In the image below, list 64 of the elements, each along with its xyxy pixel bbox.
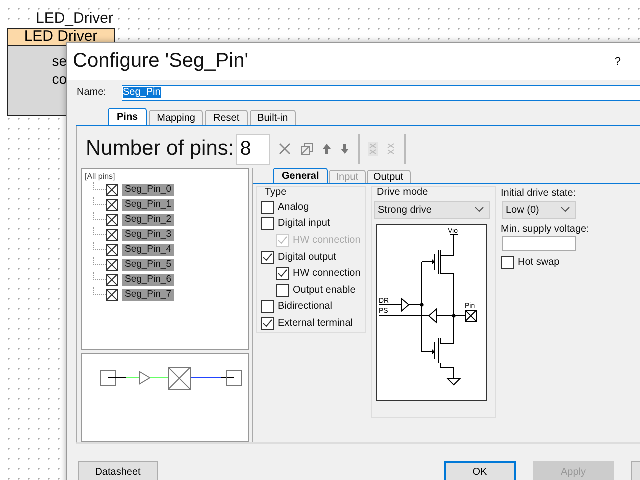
name-field[interactable]: Seg_Pin <box>122 84 640 100</box>
voltage-field[interactable] <box>502 236 576 251</box>
checkbox[interactable] <box>501 256 514 269</box>
checkbox[interactable] <box>261 200 274 214</box>
checkbox-label: HW connection <box>293 268 361 280</box>
checkbox-label: External terminal <box>278 318 354 329</box>
copy-icon[interactable] <box>300 142 314 156</box>
tree-item[interactable]: Seg_Pin_2 <box>122 214 174 226</box>
dialog-button[interactable]: OK <box>444 461 516 480</box>
checkbox[interactable] <box>276 284 289 297</box>
pin-count-field[interactable]: 8 <box>236 134 270 164</box>
pin-count-label: Number of pins: <box>86 137 234 161</box>
checkbox[interactable] <box>261 300 274 314</box>
help-button[interactable]: ? <box>614 56 621 68</box>
checkbox[interactable] <box>261 316 274 330</box>
checkbox[interactable] <box>261 217 274 230</box>
checkbox[interactable] <box>261 250 274 264</box>
tab[interactable]: Output <box>366 170 411 183</box>
tab[interactable]: Mapping <box>149 110 204 125</box>
chevron-down-icon <box>561 207 570 213</box>
drive-mode-dropdown[interactable]: Strong drive <box>374 201 490 219</box>
tree-root-item[interactable]: [All pins] <box>85 171 116 182</box>
group-title: Type <box>264 187 288 199</box>
pin-icon <box>106 274 118 286</box>
tree-item[interactable]: Seg_Pin_4 <box>122 244 174 256</box>
checkbox-label: HW connection <box>293 234 361 246</box>
tree-item[interactable]: Seg_Pin_1 <box>122 198 174 210</box>
field-label: Min. supply voltage: <box>501 223 590 236</box>
pin-icon <box>106 258 118 270</box>
initial-state-dropdown[interactable]: Low (0) <box>502 201 576 219</box>
checkbox-label: Output enable <box>293 284 356 296</box>
checkbox-label: Hot swap <box>518 256 560 268</box>
pin-icon <box>106 228 118 240</box>
pin-icon <box>106 198 118 210</box>
tree-item[interactable]: Seg_Pin_6 <box>122 274 174 286</box>
tab[interactable]: Pins <box>108 108 148 125</box>
checkbox[interactable] <box>276 267 289 280</box>
component-text: se <box>52 52 67 70</box>
delete-icon[interactable] <box>278 142 292 156</box>
name-label: Name: <box>76 87 108 98</box>
tree-item[interactable]: Seg_Pin_5 <box>122 258 174 270</box>
checkbox-label: Bidirectional <box>278 301 332 312</box>
component-title: LED Driver <box>24 28 98 45</box>
component-text: co <box>52 70 67 88</box>
dialog-button[interactable]: Datasheet <box>78 461 158 480</box>
move-down-icon[interactable] <box>340 143 350 155</box>
tree-item[interactable]: Seg_Pin_7 <box>122 288 174 300</box>
pin-icon <box>106 288 118 300</box>
tab[interactable]: Reset <box>205 110 248 125</box>
move-up-icon[interactable] <box>322 143 332 155</box>
pin-icon <box>106 184 118 196</box>
group-title: Drive mode <box>376 187 430 199</box>
tree-item[interactable]: Seg_Pin_0 <box>122 184 174 196</box>
chevron-down-icon <box>475 207 484 213</box>
field-label: Initial drive state: <box>501 187 578 200</box>
checkbox-label: Digital output <box>278 252 336 263</box>
tab[interactable]: Built-in <box>250 110 296 125</box>
component-instance-name: LED_Driver <box>36 10 114 27</box>
tab[interactable]: General <box>273 168 328 183</box>
checkbox-label: Analog <box>278 202 310 213</box>
tree-item[interactable]: Seg_Pin_3 <box>122 228 174 240</box>
pin-icon <box>106 244 118 256</box>
pin-icon <box>106 214 118 226</box>
checkbox-label: Digital input <box>278 218 330 230</box>
